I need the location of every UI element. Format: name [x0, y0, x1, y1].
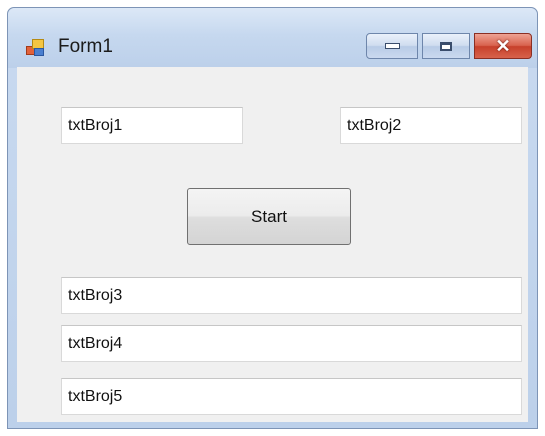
form1-window: Form1 ✕ txtBroj1 txtBroj2 Start txtBroj3…	[7, 7, 538, 429]
txtBroj1-textbox[interactable]: txtBroj1	[61, 107, 243, 144]
window-title: Form1	[58, 36, 113, 57]
maximize-icon	[440, 41, 452, 51]
title-bar[interactable]: Form1 ✕	[8, 8, 537, 68]
txtBroj2-textbox[interactable]: txtBroj2	[340, 107, 522, 144]
form-client-area: txtBroj1 txtBroj2 Start txtBroj3 txtBroj…	[17, 67, 528, 422]
minimize-button[interactable]	[366, 33, 418, 59]
minimize-icon	[384, 43, 400, 49]
app-form-icon[interactable]	[26, 38, 44, 56]
txtBroj3-textbox[interactable]: txtBroj3	[61, 277, 522, 314]
maximize-button[interactable]	[422, 33, 470, 59]
txtBroj5-textbox[interactable]: txtBroj5	[61, 378, 522, 415]
close-icon: ✕	[495, 36, 511, 56]
close-button[interactable]: ✕	[474, 33, 532, 59]
txtBroj4-textbox[interactable]: txtBroj4	[61, 325, 522, 362]
start-button[interactable]: Start	[187, 188, 351, 245]
